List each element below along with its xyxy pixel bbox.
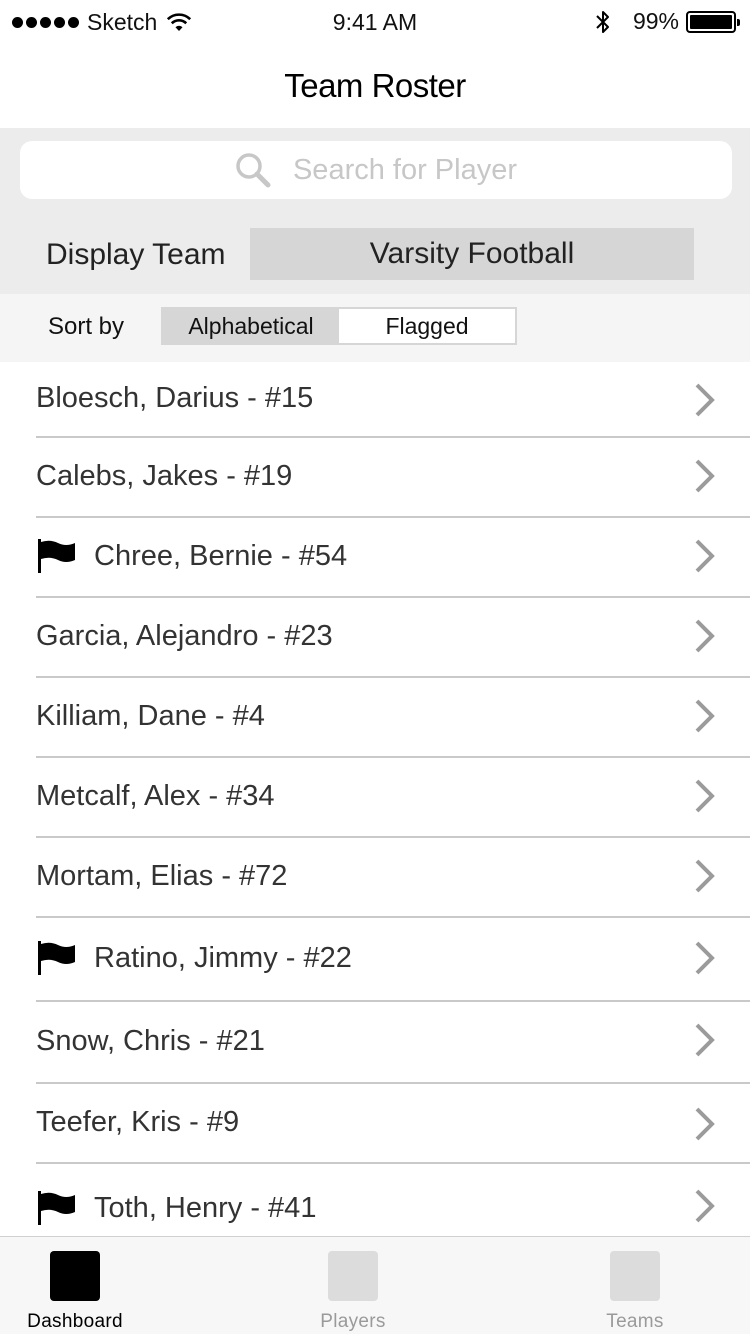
search-area: Search for Player [0, 128, 750, 214]
list-item[interactable]: Teefer, Kris - #9 [36, 1084, 750, 1164]
list-item[interactable]: Metcalf, Alex - #34 [36, 758, 750, 838]
search-placeholder: Search for Player [292, 153, 518, 186]
list-item[interactable]: Calebs, Jakes - #19 [36, 438, 750, 518]
tab-dashboard[interactable]: Dashboard [0, 1237, 150, 1334]
list-item[interactable]: Mortam, Elias - #72 [36, 838, 750, 918]
status-right: 99% [595, 8, 740, 35]
flag-icon [38, 941, 75, 975]
chevron-right-icon [695, 383, 715, 417]
player-name: Garcia, Alejandro - #23 [36, 619, 333, 652]
display-team-label: Display Team [46, 238, 226, 271]
sort-segmented-control: Alphabetical Flagged [161, 307, 517, 345]
teams-icon [610, 1251, 660, 1301]
chevron-right-icon [695, 1023, 715, 1057]
navigation-bar: Team Roster [0, 44, 750, 128]
dashboard-icon [50, 1251, 100, 1301]
tab-players[interactable]: Players [278, 1237, 428, 1334]
page-title: Team Roster [284, 67, 466, 104]
flag-icon [38, 539, 75, 573]
player-name: Calebs, Jakes - #19 [36, 459, 293, 492]
players-icon [328, 1251, 378, 1301]
list-item[interactable]: Toth, Henry - #41 [36, 1164, 750, 1236]
player-name: Snow, Chris - #21 [36, 1024, 265, 1057]
flag-icon [38, 1191, 75, 1225]
player-name: Ratino, Jimmy - #22 [94, 941, 352, 974]
list-item[interactable]: Garcia, Alejandro - #23 [36, 598, 750, 678]
tab-bar: Dashboard Players Teams [0, 1236, 750, 1334]
tab-label: Players [320, 1311, 386, 1332]
chevron-right-icon [695, 1189, 715, 1223]
search-icon [236, 153, 271, 188]
chevron-right-icon [695, 779, 715, 813]
player-name: Chree, Bernie - #54 [94, 539, 348, 572]
list-item[interactable]: Killiam, Dane - #4 [36, 678, 750, 758]
tab-label: Teams [606, 1311, 664, 1332]
search-input[interactable]: Search for Player [20, 141, 732, 199]
player-name: Killiam, Dane - #4 [36, 699, 265, 732]
player-name: Metcalf, Alex - #34 [36, 779, 275, 812]
player-name: Toth, Henry - #41 [94, 1191, 317, 1224]
chevron-right-icon [695, 1107, 715, 1141]
battery-icon [686, 10, 740, 33]
list-item[interactable]: Snow, Chris - #21 [36, 1002, 750, 1084]
player-name: Mortam, Elias - #72 [36, 859, 288, 892]
roster-list: Bloesch, Darius - #15 Calebs, Jakes - #1… [0, 362, 750, 1236]
display-team-bar: Display Team Varsity Football [0, 214, 750, 294]
sort-bar: Sort by Alphabetical Flagged [0, 294, 750, 362]
chevron-right-icon [695, 859, 715, 893]
chevron-right-icon [695, 539, 715, 573]
sort-option-alphabetical[interactable]: Alphabetical [163, 309, 339, 343]
list-item[interactable]: Bloesch, Darius - #15 [36, 362, 750, 438]
list-item[interactable]: Ratino, Jimmy - #22 [36, 918, 750, 1002]
status-bar: Sketch 9:41 AM 99% [0, 0, 750, 44]
chevron-right-icon [695, 941, 715, 975]
sort-label: Sort by [48, 313, 125, 340]
list-item[interactable]: Chree, Bernie - #54 [36, 518, 750, 598]
player-name: Bloesch, Darius - #15 [36, 381, 314, 414]
player-name: Teefer, Kris - #9 [36, 1105, 240, 1138]
bluetooth-icon [596, 10, 609, 33]
chevron-right-icon [695, 619, 715, 653]
sort-option-flagged[interactable]: Flagged [339, 309, 515, 343]
chevron-right-icon [695, 699, 715, 733]
tab-teams[interactable]: Teams [560, 1237, 710, 1334]
chevron-right-icon [695, 459, 715, 493]
battery-percentage: 99% [632, 8, 679, 34]
tab-label: Dashboard [27, 1311, 123, 1332]
team-selector[interactable]: Varsity Football [250, 228, 694, 280]
